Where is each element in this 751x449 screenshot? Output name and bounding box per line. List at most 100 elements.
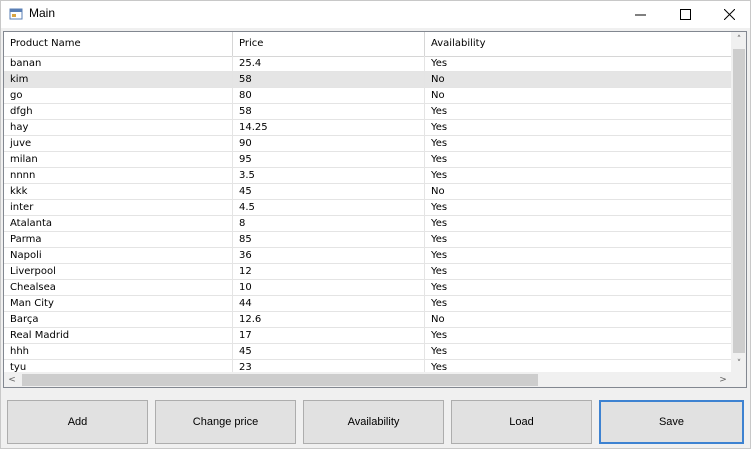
minimize-button[interactable] bbox=[618, 1, 662, 28]
cell-product-name[interactable]: Napoli bbox=[4, 248, 233, 264]
cell-availability[interactable]: Yes bbox=[425, 200, 731, 216]
cell-product-name[interactable]: banan bbox=[4, 56, 233, 72]
cell-price[interactable]: 25.4 bbox=[233, 56, 425, 72]
cell-product-name[interactable]: Atalanta bbox=[4, 216, 233, 232]
vertical-scrollbar[interactable]: ˄ ˅ bbox=[731, 32, 746, 372]
cell-availability[interactable]: Yes bbox=[425, 296, 731, 312]
cell-product-name[interactable]: juve bbox=[4, 136, 233, 152]
table-row[interactable]: go 80 No bbox=[4, 88, 731, 104]
table-row[interactable]: kim 58 No bbox=[4, 72, 731, 88]
cell-price[interactable]: 85 bbox=[233, 232, 425, 248]
cell-price[interactable]: 10 bbox=[233, 280, 425, 296]
cell-availability[interactable]: No bbox=[425, 88, 731, 104]
table-row[interactable]: hay 14.25 Yes bbox=[4, 120, 731, 136]
cell-availability[interactable]: Yes bbox=[425, 168, 731, 184]
cell-price[interactable]: 58 bbox=[233, 104, 425, 120]
column-header-price[interactable]: Price bbox=[233, 32, 425, 56]
cell-availability[interactable]: Yes bbox=[425, 216, 731, 232]
cell-product-name[interactable]: Parma bbox=[4, 232, 233, 248]
cell-price[interactable]: 44 bbox=[233, 296, 425, 312]
cell-price[interactable]: 45 bbox=[233, 184, 425, 200]
cell-product-name[interactable]: inter bbox=[4, 200, 233, 216]
cell-availability[interactable]: Yes bbox=[425, 248, 731, 264]
scrollbar-corner bbox=[731, 372, 746, 387]
load-button[interactable]: Load bbox=[451, 400, 592, 444]
scroll-right-icon[interactable]: > bbox=[715, 372, 731, 387]
cell-product-name[interactable]: Man City bbox=[4, 296, 233, 312]
table-row[interactable]: Real Madrid 17 Yes bbox=[4, 328, 731, 344]
cell-price[interactable]: 36 bbox=[233, 248, 425, 264]
cell-price[interactable]: 4.5 bbox=[233, 200, 425, 216]
cell-availability[interactable]: No bbox=[425, 72, 731, 88]
cell-availability[interactable]: Yes bbox=[425, 120, 731, 136]
scroll-left-icon[interactable]: < bbox=[4, 372, 20, 387]
cell-availability[interactable]: Yes bbox=[425, 136, 731, 152]
availability-button[interactable]: Availability bbox=[303, 400, 444, 444]
cell-price[interactable]: 45 bbox=[233, 344, 425, 360]
maximize-icon bbox=[679, 9, 691, 20]
products-grid[interactable]: Product Name Price Availability banan 25.… bbox=[3, 31, 747, 388]
cell-product-name[interactable]: hhh bbox=[4, 344, 233, 360]
cell-price[interactable]: 3.5 bbox=[233, 168, 425, 184]
table-row[interactable]: inter 4.5 Yes bbox=[4, 200, 731, 216]
cell-product-name[interactable]: Liverpool bbox=[4, 264, 233, 280]
table-row[interactable]: dfgh 58 Yes bbox=[4, 104, 731, 120]
cell-availability[interactable]: Yes bbox=[425, 264, 731, 280]
cell-product-name[interactable]: nnnn bbox=[4, 168, 233, 184]
cell-product-name[interactable]: hay bbox=[4, 120, 233, 136]
cell-availability[interactable]: Yes bbox=[425, 104, 731, 120]
cell-price[interactable]: 95 bbox=[233, 152, 425, 168]
table-row[interactable]: Parma 85 Yes bbox=[4, 232, 731, 248]
cell-product-name[interactable]: Real Madrid bbox=[4, 328, 233, 344]
cell-price[interactable]: 90 bbox=[233, 136, 425, 152]
table-row[interactable]: hhh 45 Yes bbox=[4, 344, 731, 360]
change-price-button[interactable]: Change price bbox=[155, 400, 296, 444]
cell-price[interactable]: 12.6 bbox=[233, 312, 425, 328]
column-header-availability[interactable]: Availability bbox=[425, 32, 731, 56]
cell-availability[interactable]: No bbox=[425, 184, 731, 200]
table-row[interactable]: banan 25.4 Yes bbox=[4, 56, 731, 72]
grid-header: Product Name Price Availability bbox=[4, 32, 731, 57]
cell-price[interactable]: 17 bbox=[233, 328, 425, 344]
scroll-up-icon[interactable]: ˄ bbox=[731, 32, 746, 48]
table-row[interactable]: kkk 45 No bbox=[4, 184, 731, 200]
column-header-product-name[interactable]: Product Name bbox=[4, 32, 233, 56]
cell-availability[interactable]: Yes bbox=[425, 232, 731, 248]
cell-product-name[interactable]: go bbox=[4, 88, 233, 104]
cell-product-name[interactable]: milan bbox=[4, 152, 233, 168]
cell-product-name[interactable]: dfgh bbox=[4, 104, 233, 120]
horizontal-scrollbar[interactable]: < > bbox=[4, 372, 731, 387]
cell-product-name[interactable]: kim bbox=[4, 72, 233, 88]
scroll-down-icon[interactable]: ˅ bbox=[731, 356, 746, 372]
cell-product-name[interactable]: Barça bbox=[4, 312, 233, 328]
horizontal-scroll-thumb[interactable] bbox=[22, 374, 538, 386]
cell-product-name[interactable]: Chealsea bbox=[4, 280, 233, 296]
table-row[interactable]: Liverpool 12 Yes bbox=[4, 264, 731, 280]
table-row[interactable]: nnnn 3.5 Yes bbox=[4, 168, 731, 184]
cell-price[interactable]: 12 bbox=[233, 264, 425, 280]
table-row[interactable]: Atalanta 8 Yes bbox=[4, 216, 731, 232]
table-row[interactable]: Napoli 36 Yes bbox=[4, 248, 731, 264]
cell-availability[interactable]: Yes bbox=[425, 344, 731, 360]
save-button[interactable]: Save bbox=[599, 400, 744, 444]
vertical-scroll-thumb[interactable] bbox=[733, 49, 745, 353]
cell-availability[interactable]: Yes bbox=[425, 328, 731, 344]
cell-price[interactable]: 80 bbox=[233, 88, 425, 104]
close-button[interactable] bbox=[707, 1, 751, 28]
add-button[interactable]: Add bbox=[7, 400, 148, 444]
maximize-button[interactable] bbox=[663, 1, 707, 28]
cell-price[interactable]: 8 bbox=[233, 216, 425, 232]
table-row[interactable]: juve 90 Yes bbox=[4, 136, 731, 152]
cell-availability[interactable]: Yes bbox=[425, 56, 731, 72]
title-bar[interactable]: Main bbox=[1, 1, 750, 28]
cell-product-name[interactable]: kkk bbox=[4, 184, 233, 200]
cell-availability[interactable]: Yes bbox=[425, 280, 731, 296]
cell-price[interactable]: 14.25 bbox=[233, 120, 425, 136]
table-row[interactable]: Barça 12.6 No bbox=[4, 312, 731, 328]
cell-price[interactable]: 58 bbox=[233, 72, 425, 88]
cell-availability[interactable]: No bbox=[425, 312, 731, 328]
table-row[interactable]: Man City 44 Yes bbox=[4, 296, 731, 312]
table-row[interactable]: Chealsea 10 Yes bbox=[4, 280, 731, 296]
cell-availability[interactable]: Yes bbox=[425, 152, 731, 168]
table-row[interactable]: milan 95 Yes bbox=[4, 152, 731, 168]
